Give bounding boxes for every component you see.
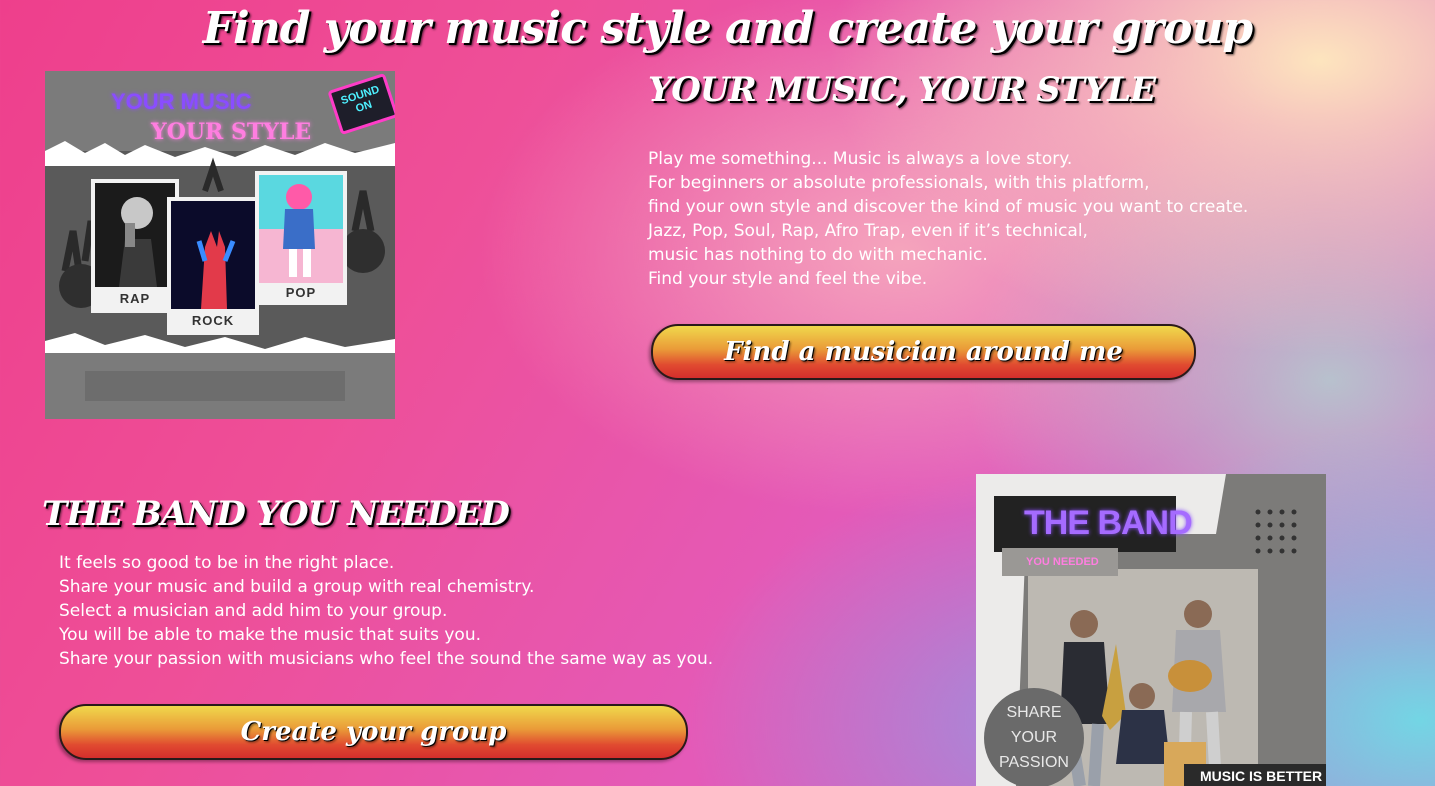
circle-line: SHARE [1006, 704, 1062, 721]
rap-label: RAP [119, 291, 151, 306]
circle-line: PASSION [999, 754, 1069, 771]
rock-photo [171, 201, 255, 309]
section2-paragraph: It feels so good to be in the right plac… [59, 551, 713, 671]
share-passion-circle: SHARE YOUR PASSION [984, 688, 1084, 786]
band-poster: THE BAND YOU NEEDED SHARE YOUR PASSION M… [976, 474, 1326, 786]
section2-line: You will be able to make the music that … [59, 625, 481, 645]
section2-line: Share your passion with musicians who fe… [59, 649, 714, 669]
section1-line: music has nothing to do with mechanic. [648, 245, 988, 265]
find-musician-button[interactable]: Find a musician around me [651, 324, 1196, 380]
section2-line: Share your music and build a group with … [59, 577, 535, 597]
pop-card: POP [255, 171, 347, 305]
rock-card: ROCK [167, 197, 259, 335]
pop-photo [259, 175, 343, 283]
rap-card: RAP [91, 179, 179, 313]
section1-line: Jazz, Pop, Soul, Rap, Afro Trap, even if… [648, 221, 1088, 241]
poster-you-needed: YOU NEEDED [1026, 556, 1099, 568]
section2-line: Select a musician and add him to your gr… [59, 601, 448, 621]
section2-line: It feels so good to be in the right plac… [59, 553, 395, 573]
section1-line: find your own style and discover the kin… [648, 197, 1249, 217]
page-title: Find your music style and create your gr… [202, 3, 1253, 54]
section2-heading: THE BAND YOU NEEDED [42, 494, 510, 534]
rock-label: ROCK [191, 313, 235, 328]
rap-photo [95, 183, 175, 287]
music-style-poster: YOUR MUSIC YOUR STYLE SOUND ON RAP ROCK [45, 71, 395, 419]
poster-your-music: YOUR MUSIC [111, 89, 252, 114]
section1-line: For beginners or absolute professionals,… [648, 173, 1150, 193]
poster-your-style: YOUR STYLE [151, 119, 312, 145]
pop-label: POP [285, 285, 317, 300]
section1-heading: YOUR MUSIC, YOUR STYLE [648, 70, 1156, 110]
create-group-button[interactable]: Create your group [59, 704, 688, 760]
poster-the-band: THE BAND [1024, 504, 1193, 542]
section1-line: Find your style and feel the vibe. [648, 269, 928, 289]
circle-line: YOUR [1010, 729, 1058, 746]
poster-music-is-better: MUSIC IS BETTER [1200, 768, 1323, 784]
section1-line: Play me something... Music is always a l… [648, 149, 1073, 169]
section1-paragraph: Play me something... Music is always a l… [648, 147, 1248, 291]
